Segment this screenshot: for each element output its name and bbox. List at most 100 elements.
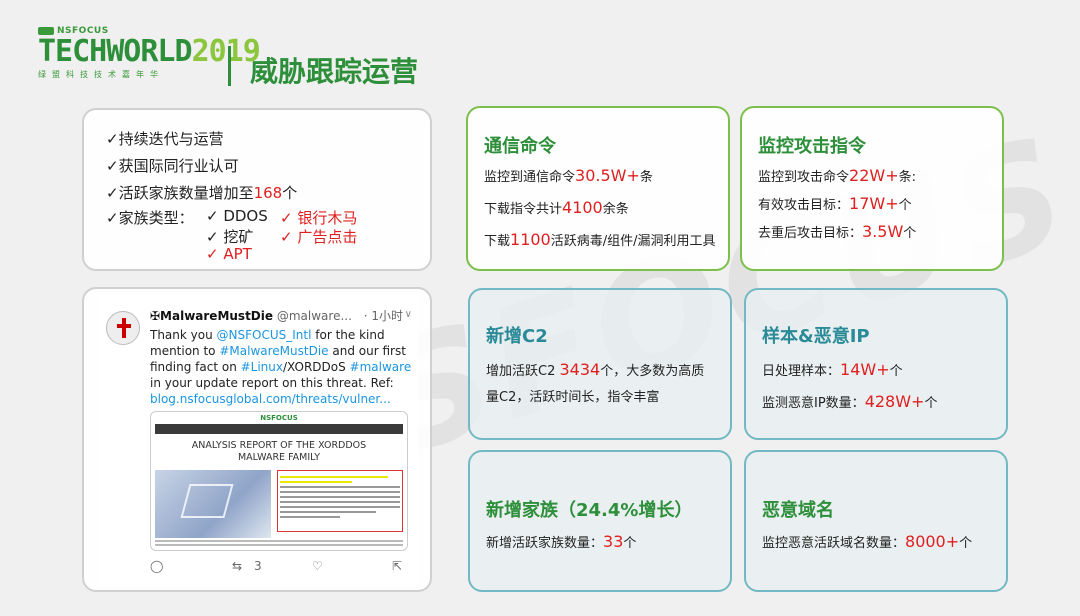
type-ddos: ✓ DDOS: [206, 207, 268, 225]
retweet-icon[interactable]: ⇆: [232, 559, 242, 573]
stat-value: 428W+: [864, 392, 925, 411]
type-banking-trojan: ✓ 银行木马: [280, 209, 358, 227]
tweet-text-part: in your update report on this threat. Re…: [150, 376, 394, 390]
tweet-link[interactable]: blog.nsfocusglobal.com/threats/vulner...: [150, 392, 391, 406]
card-title: 恶意域名: [762, 500, 834, 521]
avatar[interactable]: [106, 311, 140, 345]
tweet-text-part: /XORDDoS: [283, 360, 350, 374]
tweet-author-handle[interactable]: @malware...: [277, 309, 352, 323]
type-apt: ✓ APT: [206, 245, 252, 263]
preview-image: [155, 470, 271, 538]
logo-subtitle: 绿盟科技技术嘉年华: [38, 70, 164, 79]
card-c2-commands: 通信命令 监控到通信命令30.5W+条 下载指令共计4100余条 下载1100活…: [466, 106, 730, 271]
cross-icon: [117, 318, 131, 338]
preview-nav: [155, 424, 403, 434]
stat-row: 有效攻击目标：17W+个: [758, 194, 912, 213]
card-new-c2: 新增C2 增加活跃C2 3434个，大多数为高质 量C2，活跃时间长，指令丰富: [468, 288, 732, 440]
stat-label: 监控到攻击命令: [758, 170, 850, 185]
stat-value: 30.5W+: [575, 166, 640, 185]
stat-suffix: 个: [959, 536, 973, 551]
preview-excerpt: [277, 470, 403, 532]
type-ad-click: ✓ 广告点击: [280, 228, 358, 246]
techworld-logo: NSFOCUS TECHWORLD2019 绿盟科技技术嘉年华: [38, 26, 261, 80]
stat-label: 下载指令共计: [484, 202, 563, 217]
tweet-text: Thank you @NSFOCUS_Intl for the kind men…: [150, 327, 412, 407]
summary-item-recognition: ✓获国际同行业认可: [106, 157, 239, 175]
stat-value: 3434: [559, 360, 601, 379]
card-attack-commands: 监控攻击指令 监控到攻击命令22W+条: 有效攻击目标：17W+个 去重后攻击目…: [740, 106, 1004, 271]
summary-item-families: ✓活跃家族数量增加至168个: [106, 180, 430, 207]
title-divider: [228, 46, 231, 86]
stat-suffix: 个: [898, 198, 912, 213]
family-types-label: ✓家族类型：: [106, 209, 194, 227]
stat-value: 33: [603, 532, 624, 551]
tweet: ✠MalwareMustDie @malware... · 1小时 ∨ Than…: [98, 297, 418, 585]
stat-value: 22W+: [849, 166, 899, 185]
stat-row: 监测恶意IP数量：428W+个: [762, 392, 937, 411]
stat-label: 新增活跃家族数量：: [486, 536, 604, 551]
preview-title-line: MALWARE FAMILY: [237, 452, 321, 463]
reply-icon[interactable]: ◯: [150, 559, 163, 573]
tweet-hashtag[interactable]: #MalwareMustDie: [219, 344, 328, 358]
preview-footer: [155, 538, 403, 548]
stat-value: 1100: [510, 230, 551, 249]
page-title: 威胁跟踪运营: [250, 55, 419, 88]
stat-suffix: 余条: [602, 202, 629, 217]
stat-suffix: 个: [889, 364, 903, 379]
stat-label: 监控恶意活跃域名数量：: [762, 536, 906, 551]
share-icon[interactable]: ⇱: [392, 559, 402, 573]
families-count: 168: [253, 184, 283, 202]
stat-suffix: 个，大多数为高质: [600, 364, 705, 379]
stat-label: 日处理样本：: [762, 364, 841, 379]
card-malicious-domains: 恶意域名 监控恶意活跃域名数量：8000+个: [744, 450, 1008, 592]
summary-card: ✓持续迭代与运营 ✓获国际同行业认可 ✓活跃家族数量增加至168个 ✓家族类型：…: [82, 108, 432, 271]
summary-item-iteration: ✓持续迭代与运营: [106, 130, 224, 148]
stat-label: 下载: [484, 234, 511, 249]
card-new-families: 新增家族（24.4%增长） 新增活跃家族数量：33个: [468, 450, 732, 592]
tweet-card: ✠MalwareMustDie @malware... · 1小时 ∨ Than…: [82, 287, 432, 592]
card-title: 通信命令: [484, 136, 556, 157]
retweet-count: 3: [254, 559, 262, 573]
card-title: 新增C2: [486, 326, 548, 347]
stat-suffix: 条: [639, 170, 653, 185]
stat-label: 增加活跃C2: [486, 364, 560, 379]
stat-suffix: 个: [903, 226, 917, 241]
families-suffix: 个: [282, 184, 298, 202]
logo-main: TECHWORLD: [38, 34, 193, 69]
stat-label: 有效攻击目标：: [758, 198, 850, 213]
like-icon[interactable]: ♡: [312, 559, 323, 573]
tweet-text-part: Thank you: [150, 328, 217, 342]
preview-title: ANALYSIS REPORT OF THE XORDDOS MALWARE FA…: [151, 440, 407, 464]
stat-row: 日处理样本：14W+个: [762, 360, 903, 379]
stat-suffix: 条:: [898, 170, 916, 185]
stat-row: 去重后攻击目标：3.5W个: [758, 222, 916, 241]
tweet-hashtag[interactable]: #malware: [350, 360, 412, 374]
stat-label: 监控到通信命令: [484, 170, 576, 185]
tweet-header: ✠MalwareMustDie @malware... · 1小时: [150, 307, 403, 324]
stat-suffix: 个: [924, 396, 938, 411]
preview-logo: NSFOCUS: [260, 414, 298, 422]
card-samples-ip: 样本&恶意IP 日处理样本：14W+个 监测恶意IP数量：428W+个: [744, 288, 1008, 440]
stat-row: 监控到通信命令30.5W+条: [484, 166, 653, 185]
preview-title-line: ANALYSIS REPORT OF THE XORDDOS: [191, 440, 367, 451]
families-prefix: ✓活跃家族数量增加至: [106, 184, 254, 202]
tweet-hashtag[interactable]: #Linux: [241, 360, 283, 374]
stat-row: 增加活跃C2 3434个，大多数为高质: [486, 360, 704, 379]
type-mining: ✓ 挖矿: [206, 228, 254, 246]
card-title: 新增家族（24.4%增长）: [486, 500, 693, 521]
stat-row: 新增活跃家族数量：33个: [486, 532, 636, 551]
link-preview[interactable]: NSFOCUS ANALYSIS REPORT OF THE XORDDOS MA…: [150, 411, 408, 551]
stat-row: 监控到攻击命令22W+条:: [758, 166, 916, 185]
stat-value: 4100: [562, 198, 603, 217]
stat-suffix: 个: [623, 536, 637, 551]
tweet-author-name[interactable]: ✠MalwareMustDie: [150, 309, 273, 323]
stat-label: 去重后攻击目标：: [758, 226, 863, 241]
stat-value: 14W+: [840, 360, 890, 379]
chevron-down-icon[interactable]: ∨: [405, 309, 412, 320]
tweet-time[interactable]: · 1小时: [364, 309, 403, 323]
family-types: ✓家族类型： ✓ DDOS ✓ 银行木马 ✓ 挖矿 ✓ 广告点击 ✓ APT: [106, 207, 430, 263]
stat-row: 监控恶意活跃域名数量：8000+个: [762, 532, 972, 551]
stat-label: 监测恶意IP数量：: [762, 396, 865, 411]
tweet-mention[interactable]: @NSFOCUS_Intl: [217, 328, 312, 342]
stat-value: 17W+: [849, 194, 899, 213]
